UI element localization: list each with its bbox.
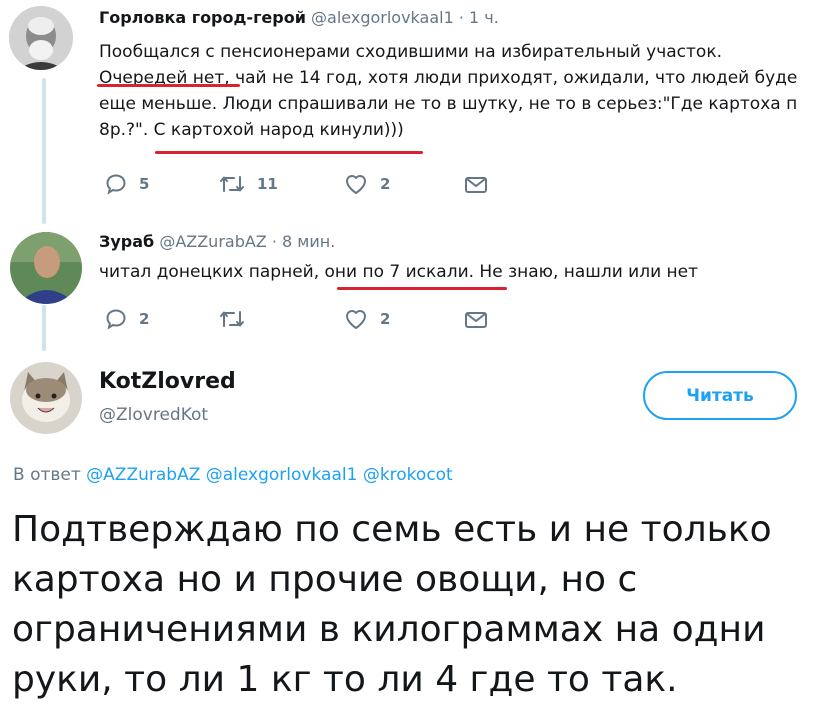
tweet-header: Горловка город-герой @alexgorlovkaal1 · … <box>99 8 499 27</box>
timestamp[interactable]: · 1 ч. <box>459 8 499 27</box>
tweet-text-line: 8р.?". С картохой народ кинули))) <box>99 120 404 140</box>
highlight-underline <box>337 287 507 290</box>
retweet-count: 11 <box>257 175 278 193</box>
tweet-text-line: Пообщался с пенсионерами сходившими на и… <box>99 42 722 62</box>
main-text-line: ограничениями в килограммах на одни <box>12 609 766 650</box>
tweet-text-line: читал донецких парней, они по 7 искали. … <box>99 262 699 282</box>
thread-line <box>42 305 46 351</box>
main-text-line: Подтверждаю по семь есть и не только <box>12 509 772 550</box>
retweet-button[interactable] <box>219 308 257 330</box>
mention-link[interactable]: @alexgorlovkaal1 <box>206 465 358 485</box>
reply-to: В ответ @AZZurabAZ @alexgorlovkaal1 @kro… <box>13 465 453 485</box>
like-count: 2 <box>380 175 391 193</box>
reply-count: 5 <box>139 175 150 193</box>
highlight-underline <box>97 84 240 87</box>
main-display-name[interactable]: KotZlovred <box>99 369 236 394</box>
message-button[interactable] <box>464 310 488 330</box>
tweet-text: читал донецких парней, они по 7 искали. … <box>99 259 698 285</box>
follow-button[interactable]: Читать <box>643 371 797 420</box>
avatar[interactable] <box>10 232 82 304</box>
avatar[interactable] <box>10 362 82 434</box>
main-text-line: руки, то ли 1 кг то ли 4 где то так. <box>12 659 678 700</box>
reply-icon <box>106 309 126 330</box>
like-button[interactable]: 2 <box>344 308 390 330</box>
main-text-line: картоха но и прочие овощи, но с <box>12 559 638 600</box>
reply-button[interactable]: 5 <box>105 173 149 195</box>
like-count: 2 <box>380 310 391 328</box>
avatar[interactable] <box>9 6 73 70</box>
timestamp[interactable]: · 8 мин. <box>272 232 335 251</box>
message-button[interactable] <box>464 175 488 195</box>
reply-count: 2 <box>139 310 150 328</box>
tweet-text-line: еще меньше. Люди спрашивали не то в шутк… <box>99 94 798 114</box>
handle[interactable]: @alexgorlovkaal1 <box>311 8 454 27</box>
mention-link[interactable]: @AZZurabAZ <box>86 465 200 485</box>
tweet-text: Пообщался с пенсионерами сходившими на и… <box>99 39 797 143</box>
handle[interactable]: @AZZurabAZ <box>159 232 266 251</box>
like-icon <box>346 175 366 194</box>
tweet-text-line: Очередей нет, чай не 14 год, хотя люди п… <box>99 68 798 88</box>
message-icon <box>465 312 487 328</box>
like-button[interactable]: 2 <box>344 173 390 195</box>
tweet-header: Зураб @AZZurabAZ · 8 мин. <box>99 232 335 251</box>
mention-link[interactable]: @krokocot <box>363 465 453 485</box>
display-name[interactable]: Горловка город-герой <box>99 8 306 27</box>
reply-button[interactable]: 2 <box>105 308 149 330</box>
retweet-icon <box>220 176 244 192</box>
message-icon <box>465 177 487 193</box>
reply-prefix: В ответ <box>13 465 81 485</box>
main-tweet-text: Подтверждаю по семь есть и не только кар… <box>12 505 812 705</box>
thread-line <box>42 78 46 224</box>
retweet-icon <box>220 311 244 327</box>
display-name[interactable]: Зураб <box>99 232 154 251</box>
like-icon <box>346 310 366 329</box>
highlight-underline <box>155 151 423 154</box>
reply-icon <box>106 174 126 195</box>
main-handle[interactable]: @ZlovredKot <box>99 405 208 425</box>
retweet-button[interactable]: 11 <box>219 173 278 195</box>
